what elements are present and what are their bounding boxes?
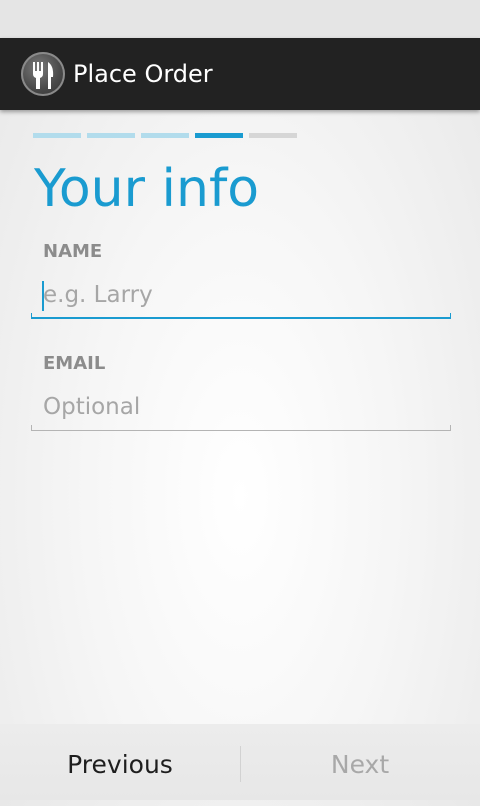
- status-bar: [0, 0, 480, 38]
- step-segment-1: [33, 133, 81, 138]
- app-title: Place Order: [73, 60, 213, 88]
- bottom-button-bar: Previous Next: [0, 724, 480, 800]
- next-button[interactable]: Next: [240, 724, 480, 800]
- name-input[interactable]: [43, 275, 443, 315]
- email-field-container: [31, 387, 451, 431]
- step-segment-2: [87, 133, 135, 138]
- step-segment-4: [195, 133, 243, 138]
- name-input-underline: [31, 317, 451, 319]
- name-input-left-tick: [31, 313, 32, 319]
- email-input-underline: [31, 430, 451, 431]
- name-input-right-tick: [450, 313, 451, 319]
- page-title: Your info: [34, 159, 260, 219]
- email-label: EMAIL: [43, 353, 106, 374]
- previous-button[interactable]: Previous: [0, 724, 240, 800]
- email-input-right-tick: [450, 425, 451, 431]
- email-input[interactable]: [43, 387, 443, 427]
- fork-knife-icon[interactable]: [21, 52, 65, 96]
- name-field-container: [31, 275, 451, 319]
- name-label: NAME: [43, 241, 103, 262]
- email-input-left-tick: [31, 425, 32, 431]
- step-segment-3: [141, 133, 189, 138]
- action-bar: Place Order: [0, 38, 480, 110]
- step-segment-5: [249, 133, 297, 138]
